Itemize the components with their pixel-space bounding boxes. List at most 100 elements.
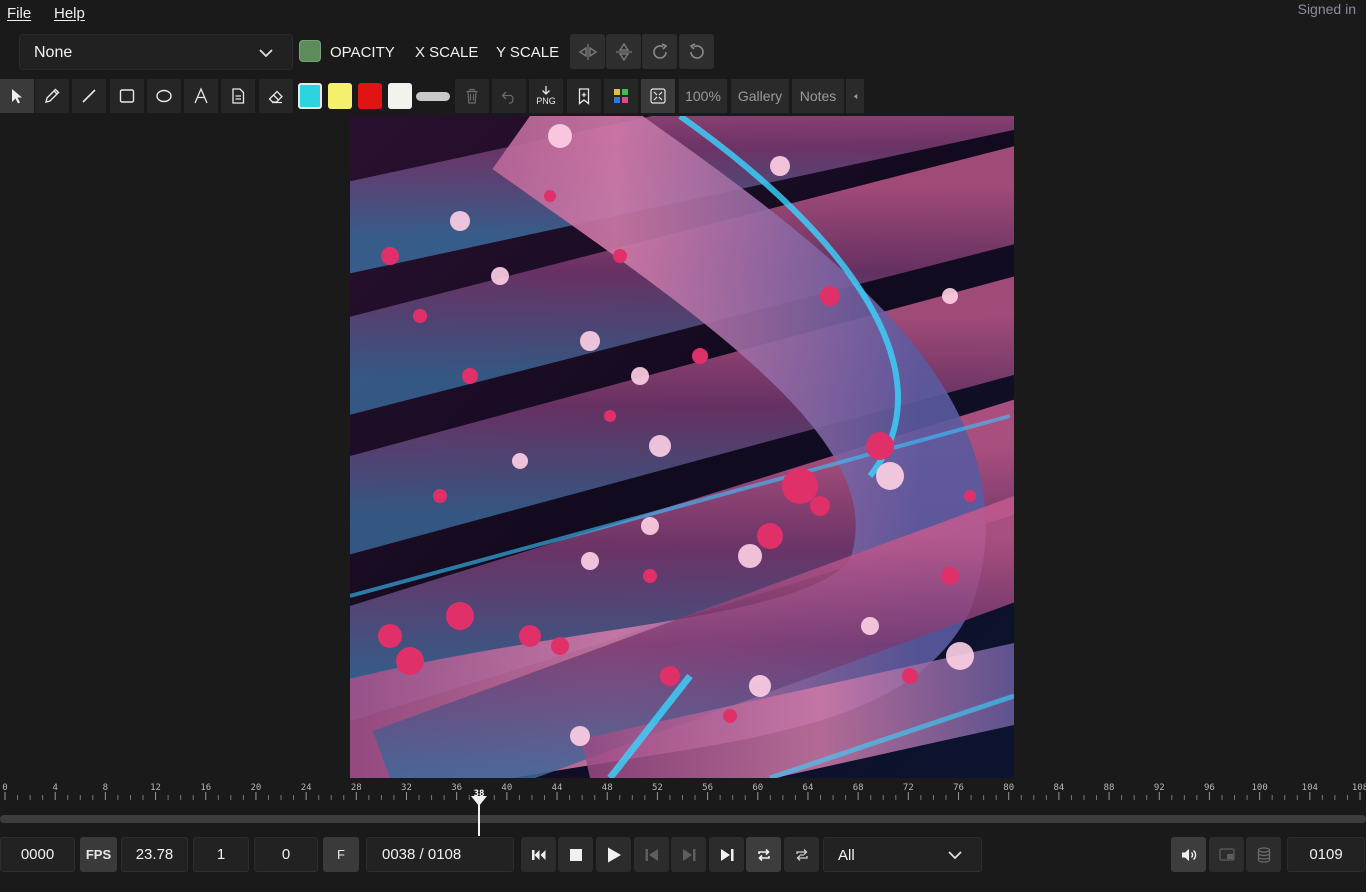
- go-to-end-button[interactable]: [709, 837, 744, 872]
- picture-in-picture-button[interactable]: [1209, 837, 1244, 872]
- color-grid-icon: [614, 89, 628, 103]
- layer-select[interactable]: None: [19, 34, 293, 70]
- skip-to-end-icon: [720, 848, 733, 861]
- ellipse-icon: [156, 89, 172, 103]
- rotate-cw-icon: [652, 42, 667, 59]
- start-frame-field[interactable]: 0000: [0, 837, 75, 872]
- color-swatch-cyan[interactable]: [298, 83, 322, 109]
- rotate-counterclockwise-button[interactable]: [679, 34, 714, 69]
- offset-field[interactable]: 0: [254, 837, 318, 872]
- line-icon: [82, 89, 96, 103]
- undo-button[interactable]: [492, 79, 526, 113]
- timeline-tick-label: 24: [301, 783, 312, 793]
- frame-counter[interactable]: 0038 / 0108: [366, 837, 514, 872]
- timeline-tick-label: 104: [1302, 783, 1318, 793]
- menu-help[interactable]: Help: [54, 5, 85, 22]
- rectangle-tool-button[interactable]: [110, 79, 144, 113]
- ping-pong-button[interactable]: [784, 837, 819, 872]
- delete-button[interactable]: [455, 79, 489, 113]
- bounce-loop-icon: [795, 848, 808, 861]
- pencil-tool-button[interactable]: [35, 79, 69, 113]
- flip-horizontal-button[interactable]: [570, 34, 605, 69]
- flip-vertical-button[interactable]: [606, 34, 641, 69]
- timeline-tick-label: 64: [803, 783, 814, 793]
- opacity-label[interactable]: OPACITY: [330, 44, 395, 61]
- end-frame-field[interactable]: 0109: [1287, 837, 1365, 872]
- video-viewer[interactable]: [350, 116, 1014, 778]
- timeline-ticks: 0 4 8 12 16 20 24 28 32 36 40 44 48 52 56 60 64 68 72 76 80 8…: [2, 783, 1366, 800]
- timeline-tick-label: 84: [1053, 783, 1064, 793]
- line-tool-button[interactable]: [72, 79, 106, 113]
- timeline-tick-label: 80: [1003, 783, 1014, 793]
- bookmark-button[interactable]: [567, 79, 601, 113]
- cache-button[interactable]: [1246, 837, 1281, 872]
- stroke-width-control[interactable]: [416, 92, 450, 101]
- eraser-tool-button[interactable]: [259, 79, 293, 113]
- select-tool-button[interactable]: [0, 79, 34, 113]
- playback-range-select[interactable]: All: [823, 837, 982, 872]
- gallery-button[interactable]: Gallery: [731, 79, 789, 113]
- text-tool-button[interactable]: [184, 79, 218, 113]
- speaker-icon: [1181, 848, 1196, 861]
- step-forward-icon: [682, 848, 695, 861]
- play-button[interactable]: [596, 837, 631, 872]
- go-to-start-button[interactable]: [521, 837, 556, 872]
- fit-screen-icon: [650, 88, 666, 104]
- volume-button[interactable]: [1171, 837, 1206, 872]
- notes-button[interactable]: Notes: [792, 79, 844, 113]
- step-field[interactable]: 1: [193, 837, 249, 872]
- chevron-down-icon: [259, 49, 273, 58]
- timeline-tick-label: 60: [752, 783, 763, 793]
- chevron-down-icon: [948, 851, 962, 860]
- zoom-level[interactable]: 100%: [679, 79, 727, 113]
- export-png-button[interactable]: PNG: [529, 79, 563, 113]
- pencil-icon: [45, 88, 60, 103]
- timeline-tick-label: 0: [2, 783, 7, 793]
- color-swatch-yellow[interactable]: [328, 83, 352, 109]
- auth-status: Signed in: [1297, 1, 1356, 17]
- frame-mode-button[interactable]: F: [323, 837, 359, 872]
- timeline-scrubber-track[interactable]: [0, 815, 1366, 823]
- video-frame-image: [350, 116, 1014, 778]
- layer-color-swatch[interactable]: [299, 40, 321, 62]
- previous-frame-button[interactable]: [634, 837, 669, 872]
- layer-select-value: None: [34, 44, 73, 61]
- fps-value-field[interactable]: 23.78: [121, 837, 188, 872]
- bookmark-icon: [578, 88, 590, 105]
- timeline-tick-label: 8: [103, 783, 108, 793]
- color-swatch-red[interactable]: [358, 83, 382, 109]
- stop-icon: [569, 848, 582, 861]
- pip-icon: [1218, 847, 1235, 861]
- collapse-toolbar-button[interactable]: [846, 79, 864, 113]
- document-icon: [232, 88, 245, 104]
- color-grid-button[interactable]: [604, 79, 638, 113]
- timeline-tick-label: 56: [702, 783, 713, 793]
- rectangle-icon: [119, 89, 135, 103]
- fps-button[interactable]: FPS: [80, 837, 117, 872]
- x-scale-label[interactable]: X SCALE: [415, 44, 478, 61]
- next-frame-button[interactable]: [671, 837, 706, 872]
- drawing-toolbar: PNG 100% Gallery Notes: [0, 79, 1366, 113]
- rotate-clockwise-button[interactable]: [642, 34, 677, 69]
- note-tool-button[interactable]: [221, 79, 255, 113]
- text-icon: [194, 87, 208, 104]
- play-icon: [607, 847, 621, 862]
- loop-button[interactable]: [746, 837, 781, 872]
- stop-button[interactable]: [558, 837, 593, 872]
- y-scale-label[interactable]: Y SCALE: [496, 44, 559, 61]
- menu-file[interactable]: File: [7, 5, 31, 22]
- timeline-tick-label: 52: [652, 783, 663, 793]
- timeline-tick-label: 96: [1204, 783, 1215, 793]
- skip-to-start-icon: [531, 849, 545, 860]
- ellipse-tool-button[interactable]: [147, 79, 181, 113]
- eraser-icon: [268, 90, 283, 104]
- playhead-frame-label: 38: [473, 789, 485, 799]
- timeline-tick-label: 108: [1352, 783, 1366, 793]
- timeline-ruler[interactable]: 0 4 8 12 16 20 24 28 32 36 40 44 48 52 56 60 64 68 72 76 80 8…: [0, 780, 1366, 806]
- fit-to-screen-button[interactable]: [641, 79, 675, 113]
- step-backward-icon: [645, 848, 658, 861]
- timeline-tick-label: 100: [1251, 783, 1267, 793]
- color-swatch-white[interactable]: [388, 83, 412, 109]
- trash-icon: [466, 88, 478, 104]
- timeline-tick-label: 4: [52, 783, 57, 793]
